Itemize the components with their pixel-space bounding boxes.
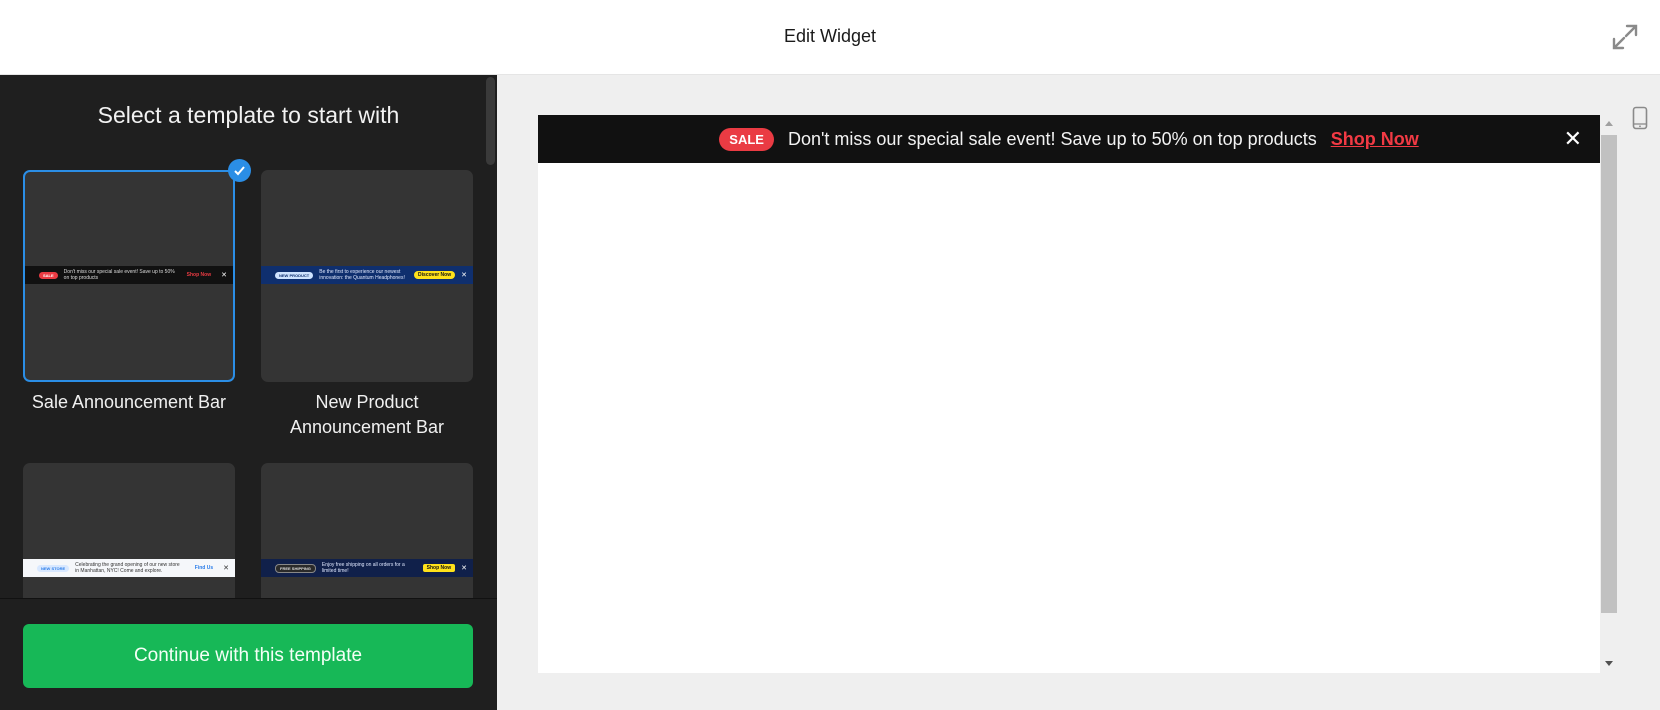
shop-now-link[interactable]: Shop Now: [1331, 129, 1419, 150]
mini-announcement-bar: NEW PRODUCT Be the first to experience o…: [261, 266, 473, 284]
mini-close-icon: ✕: [461, 565, 467, 572]
selected-check-badge: [228, 159, 251, 182]
expand-button[interactable]: [1610, 22, 1640, 52]
mini-text: Enjoy free shipping on all orders for a …: [321, 562, 405, 574]
mini-badge: NEW PRODUCT: [275, 271, 314, 279]
template-thumbnail[interactable]: SALE Don't miss our special sale event! …: [23, 170, 235, 382]
template-card-new-product[interactable]: NEW PRODUCT Be the first to experience o…: [261, 170, 473, 440]
mini-badge: SALE: [39, 271, 58, 279]
mini-badge: NEW STORE: [37, 564, 70, 572]
mini-close-icon: ✕: [221, 272, 227, 279]
mini-close-icon: ✕: [461, 272, 467, 279]
continue-with-template-button[interactable]: Continue with this template: [23, 624, 473, 688]
checkmark-icon: [234, 166, 245, 176]
modal-title: Edit Widget: [783, 26, 877, 46]
mini-cta: Shop Now: [186, 272, 212, 278]
template-thumbnail[interactable]: NEW PRODUCT Be the first to experience o…: [261, 170, 473, 382]
template-panel-title: Select a template to start with: [97, 102, 400, 128]
mini-text: Don't miss our special sale event! Save …: [63, 269, 175, 281]
scroll-up-arrow-icon[interactable]: [1605, 121, 1613, 126]
mobile-device-icon: [1632, 106, 1648, 130]
mini-close-icon: ✕: [223, 565, 229, 572]
mini-badge: FREE SHIPPING: [275, 563, 316, 573]
mini-cta: Shop Now: [422, 564, 456, 572]
mini-announcement-bar: FREE SHIPPING Enjoy free shipping on all…: [261, 559, 473, 577]
mini-text: Celebrating the grand opening of our new…: [75, 562, 180, 574]
expand-arrows-icon: [1612, 24, 1638, 50]
mini-cta: Find Us: [194, 565, 214, 571]
widget-preview-frame: SALE Don't miss our special sale event! …: [538, 115, 1600, 673]
scroll-down-arrow-icon[interactable]: [1605, 661, 1613, 666]
template-label: New Product Announcement Bar: [289, 392, 445, 437]
announcement-bar-preview: SALE Don't miss our special sale event! …: [538, 115, 1600, 163]
mobile-device-toggle[interactable]: [1632, 106, 1648, 130]
sale-badge: SALE: [719, 127, 774, 151]
template-panel-scrollbar[interactable]: [486, 77, 495, 165]
mini-announcement-bar: SALE Don't miss our special sale event! …: [25, 266, 233, 284]
preview-panel: SALE Don't miss our special sale event! …: [497, 75, 1660, 710]
mini-text: Be the first to experience our newest in…: [319, 269, 405, 281]
close-icon[interactable]: ✕: [1564, 126, 1582, 152]
scrollbar-thumb[interactable]: [1601, 135, 1617, 613]
template-panel-footer: Continue with this template: [0, 598, 497, 710]
modal-header: Edit Widget: [0, 0, 1660, 75]
template-label: Sale Announcement Bar: [31, 392, 227, 412]
mini-cta: Discover Now: [414, 271, 456, 279]
preview-scrollbar[interactable]: [1600, 115, 1618, 673]
mini-announcement-bar: NEW STORE Celebrating the grand opening …: [23, 559, 235, 577]
announcement-message: Don't miss our special sale event! Save …: [787, 128, 1317, 149]
template-card-sale[interactable]: SALE Don't miss our special sale event! …: [23, 159, 251, 415]
